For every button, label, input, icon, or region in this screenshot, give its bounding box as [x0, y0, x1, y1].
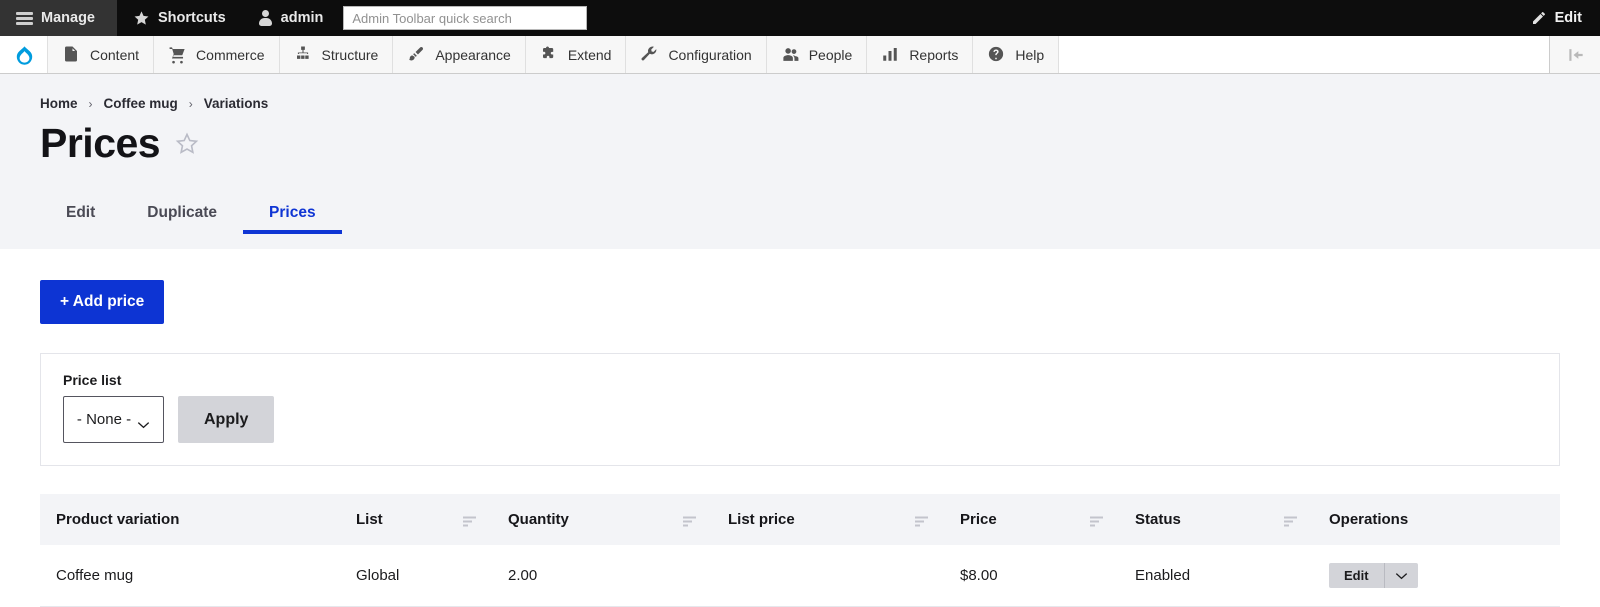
cart-icon	[168, 45, 187, 64]
column-header-list[interactable]: List	[340, 494, 492, 545]
menu-item-extend[interactable]: Extend	[525, 36, 627, 73]
menu-item-label: Commerce	[196, 46, 265, 63]
apply-button[interactable]: Apply	[178, 396, 275, 443]
people-icon	[781, 45, 800, 64]
toolbar-user-button[interactable]: admin	[242, 0, 340, 36]
menu-bar-filler	[1059, 36, 1550, 73]
question-circle-icon	[987, 45, 1006, 64]
title-row: Prices	[40, 120, 1560, 166]
toolbar-edit-button[interactable]: Edit	[1513, 0, 1600, 36]
column-label: Price	[960, 511, 997, 528]
price-list-label: Price list	[63, 372, 122, 388]
tab-label: Duplicate	[147, 204, 218, 222]
toolbar-manage-button[interactable]: Manage	[0, 0, 117, 36]
admin-toolbar: Manage Shortcuts admin Edit	[0, 0, 1600, 36]
toolbar-edit-label: Edit	[1554, 10, 1582, 26]
menu-item-help[interactable]: Help	[973, 36, 1060, 73]
filter-row: - None - Apply	[63, 396, 1537, 443]
column-header-list-price[interactable]: List price	[712, 494, 944, 545]
menu-item-structure[interactable]: Structure	[279, 36, 394, 73]
puzzle-icon	[540, 45, 559, 64]
drupal-drop-icon	[14, 45, 33, 65]
table-head: Product variation List Quantity List pri…	[40, 494, 1560, 545]
page-header: Home › Coffee mug › Variations Prices Ed…	[0, 74, 1600, 249]
wrench-icon	[640, 45, 659, 64]
menu-item-label: Structure	[321, 46, 379, 63]
column-label: List price	[728, 511, 795, 528]
column-label: Quantity	[508, 511, 569, 528]
sort-icon[interactable]	[1090, 514, 1103, 527]
column-label: Status	[1135, 511, 1181, 528]
pencil-icon	[1531, 10, 1547, 26]
main-content: + Add price Price list - None - Apply Pr…	[0, 249, 1600, 607]
page-title: Prices	[40, 120, 161, 166]
tab-duplicate[interactable]: Duplicate	[121, 188, 243, 234]
menu-item-label: Appearance	[435, 46, 511, 63]
menu-item-label: Configuration	[668, 46, 752, 63]
tab-label: Prices	[269, 204, 316, 222]
column-label: Product variation	[56, 511, 180, 528]
toolbar-shortcuts-label: Shortcuts	[158, 10, 226, 26]
star-icon	[133, 10, 150, 27]
prices-table: Product variation List Quantity List pri…	[40, 494, 1560, 607]
column-header-price[interactable]: Price	[944, 494, 1119, 545]
breadcrumb-item-home[interactable]: Home	[40, 96, 78, 111]
sort-icon[interactable]	[683, 514, 696, 527]
menu-item-label: People	[808, 46, 853, 63]
breadcrumb-item-variations[interactable]: Variations	[204, 96, 269, 111]
toolbar-shortcuts-button[interactable]: Shortcuts	[117, 0, 242, 36]
bar-chart-icon	[881, 45, 900, 64]
collapse-left-icon	[1566, 45, 1585, 64]
price-list-select[interactable]: - None -	[63, 396, 164, 443]
column-header-quantity[interactable]: Quantity	[492, 494, 712, 545]
tab-prices[interactable]: Prices	[243, 188, 342, 235]
column-label: Operations	[1329, 511, 1409, 528]
toolbar-manage-label: Manage	[41, 10, 95, 26]
column-label: List	[356, 511, 383, 528]
menu-item-label: Reports	[909, 46, 959, 63]
person-icon	[258, 10, 273, 26]
menu-item-label: Extend	[567, 46, 612, 63]
sort-icon[interactable]	[915, 514, 928, 527]
hamburger-icon	[16, 11, 33, 25]
filter-panel: Price list - None - Apply	[40, 353, 1560, 466]
menu-item-label: Content	[90, 46, 140, 63]
column-header-product-variation: Product variation	[40, 494, 340, 545]
breadcrumb-separator: ›	[88, 96, 93, 111]
bookmark-star-icon[interactable]	[174, 131, 200, 157]
sort-icon[interactable]	[1284, 514, 1297, 527]
sitemap-icon	[294, 45, 313, 64]
column-header-operations: Operations	[1313, 494, 1560, 545]
column-header-status[interactable]: Status	[1119, 494, 1313, 545]
menu-item-configuration[interactable]: Configuration	[626, 36, 767, 73]
tab-label: Edit	[66, 204, 96, 222]
chevron-down-icon	[137, 416, 150, 428]
breadcrumb: Home › Coffee mug › Variations	[40, 96, 1560, 111]
tab-edit[interactable]: Edit	[40, 188, 121, 234]
table-header-row: Product variation List Quantity List pri…	[40, 494, 1560, 545]
local-tasks-tabs: Edit Duplicate Prices	[40, 188, 1560, 235]
menu-item-content[interactable]: Content	[48, 36, 155, 73]
menu-item-appearance[interactable]: Appearance	[393, 36, 526, 73]
menu-item-commerce[interactable]: Commerce	[154, 36, 280, 73]
paintbrush-icon	[407, 45, 426, 64]
drupal-logo-link[interactable]	[0, 36, 48, 73]
price-list-selected-value: - None -	[76, 411, 132, 428]
menu-item-label: Help	[1015, 46, 1045, 63]
breadcrumb-item-coffee-mug[interactable]: Coffee mug	[104, 96, 178, 111]
admin-toolbar-search-input[interactable]	[343, 6, 588, 30]
breadcrumb-separator: ›	[188, 96, 193, 111]
menu-item-reports[interactable]: Reports	[867, 36, 974, 73]
toolbar-collapse-button[interactable]	[1550, 36, 1600, 73]
menu-item-people[interactable]: People	[766, 36, 868, 73]
sort-icon[interactable]	[463, 514, 476, 527]
add-price-button[interactable]: + Add price	[40, 280, 165, 324]
admin-menu-bar: Content Commerce Structure Appearance Ex…	[0, 36, 1600, 74]
toolbar-user-label: admin	[280, 10, 324, 26]
document-icon	[62, 45, 81, 64]
